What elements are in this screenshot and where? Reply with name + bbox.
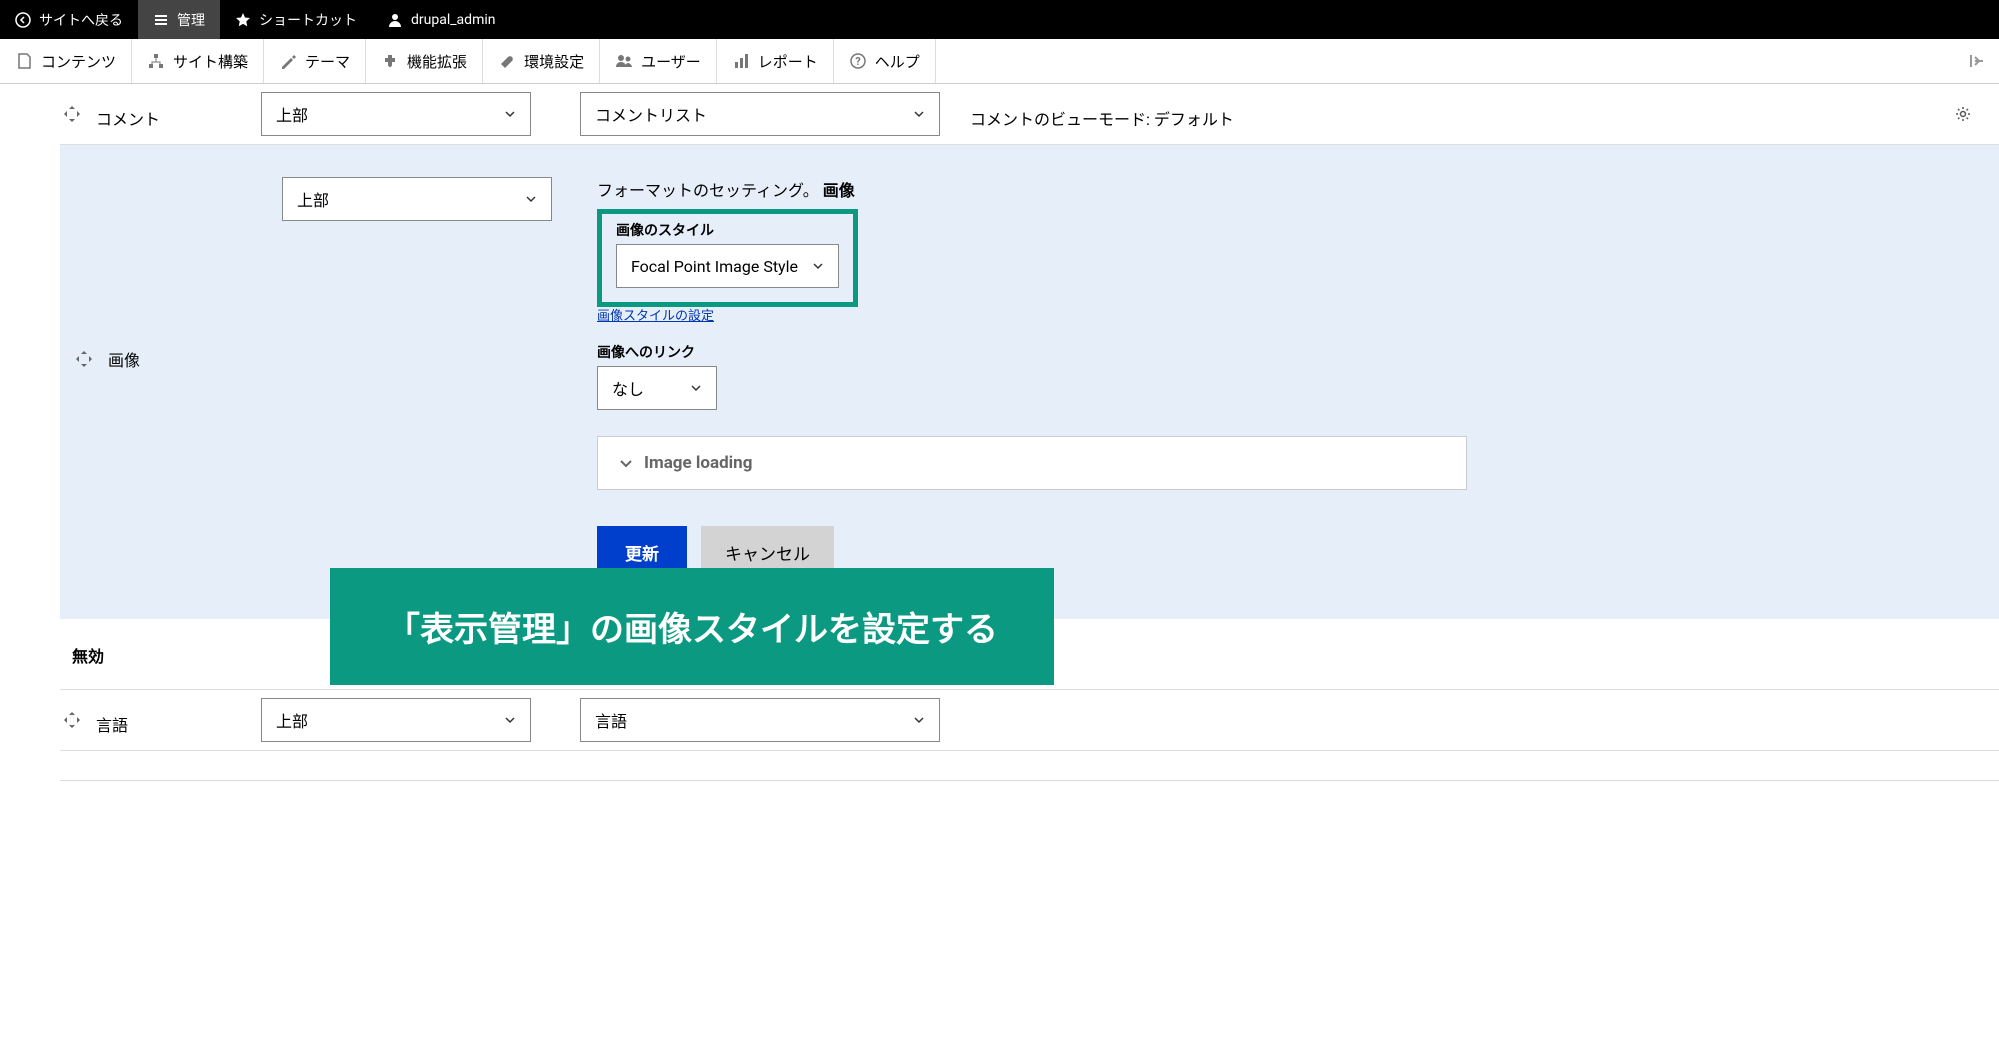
image-link-label: 画像へのリンク <box>597 342 1999 362</box>
format-select-value: 言語 <box>595 708 627 732</box>
user-menu[interactable]: drupal_admin <box>372 0 510 39</box>
shortcuts-label: ショートカット <box>259 10 357 30</box>
structure-icon <box>147 52 165 70</box>
user-label: drupal_admin <box>411 12 495 28</box>
heading-text: フォーマットのセッティング。 <box>597 181 819 200</box>
menu-extend-label: 機能拡張 <box>407 51 467 72</box>
drag-handle[interactable] <box>72 347 96 371</box>
manage-toggle[interactable]: 管理 <box>138 0 220 39</box>
region-select[interactable]: 上部 <box>261 698 531 742</box>
menu-help-label: ヘルプ <box>875 51 920 72</box>
menu-reports[interactable]: レポート <box>717 39 834 83</box>
extend-icon <box>381 52 399 70</box>
menu-content-label: コンテンツ <box>41 51 116 72</box>
back-to-site[interactable]: サイトへ戻る <box>0 0 138 39</box>
people-icon <box>615 52 633 70</box>
image-edit-panel: 画像 上部 フォーマットのセッティング。 画像 画像のスタイル Focal Po… <box>60 145 1999 619</box>
chevron-down-icon <box>618 455 634 471</box>
star-icon <box>235 12 251 28</box>
menu-structure-label: サイト構築 <box>173 51 248 72</box>
format-summary: コメントのビューモード: デフォルト <box>970 92 1951 130</box>
field-label: コメント <box>96 92 261 130</box>
menu-extend[interactable]: 機能拡張 <box>366 39 483 83</box>
field-label: 画像 <box>108 347 140 371</box>
menu-help[interactable]: ? ヘルプ <box>834 39 936 83</box>
field-row-language: 言語 上部 言語 <box>60 690 1999 751</box>
admin-menu: コンテンツ サイト構築 テーマ 機能拡張 環境設定 ユーザー レポート ? ヘル… <box>0 39 1999 84</box>
highlight-box: 画像のスタイル Focal Point Image Style <box>597 209 858 307</box>
format-select[interactable]: 言語 <box>580 698 940 742</box>
image-link-select[interactable]: なし <box>597 366 717 410</box>
image-style-settings-link[interactable]: 画像スタイルの設定 <box>597 309 714 324</box>
topbar: サイトへ戻る 管理 ショートカット drupal_admin <box>0 0 1999 39</box>
region-select[interactable]: 上部 <box>261 92 531 136</box>
region-select-value: 上部 <box>297 187 329 211</box>
collapse-toolbar[interactable] <box>1955 51 1999 71</box>
image-style-select[interactable]: Focal Point Image Style <box>616 244 839 288</box>
image-loading-details[interactable]: Image loading <box>597 436 1467 490</box>
collapse-icon <box>1967 51 1987 71</box>
manage-label: 管理 <box>177 10 205 30</box>
menu-appearance-label: テーマ <box>305 51 350 72</box>
annotation-banner: 「表示管理」の画像スタイルを設定する <box>330 568 1054 685</box>
back-to-site-label: サイトへ戻る <box>39 10 123 30</box>
format-settings-heading: フォーマットのセッティング。 画像 <box>597 177 1999 201</box>
menu-reports-label: レポート <box>758 51 818 72</box>
heading-bold: 画像 <box>823 181 855 200</box>
format-select-value: コメントリスト <box>595 102 707 126</box>
menu-content[interactable]: コンテンツ <box>0 39 132 83</box>
help-icon: ? <box>849 52 867 70</box>
hamburger-icon <box>153 12 169 28</box>
image-style-label: 画像のスタイル <box>616 220 839 240</box>
format-select[interactable]: コメントリスト <box>580 92 940 136</box>
image-link-value: なし <box>612 376 644 400</box>
menu-people-label: ユーザー <box>641 51 701 72</box>
settings-button[interactable] <box>1951 102 1975 126</box>
region-select-value: 上部 <box>276 102 308 126</box>
field-row-comment: コメント 上部 コメントリスト コメントのビューモード: デフォルト <box>60 84 1999 145</box>
menu-people[interactable]: ユーザー <box>600 39 717 83</box>
drag-handle[interactable] <box>60 708 84 732</box>
reports-icon <box>732 52 750 70</box>
menu-config-label: 環境設定 <box>524 51 584 72</box>
back-icon <box>15 12 31 28</box>
shortcuts-link[interactable]: ショートカット <box>220 0 372 39</box>
menu-appearance[interactable]: テーマ <box>264 39 366 83</box>
content-icon <box>15 52 33 70</box>
menu-structure[interactable]: サイト構築 <box>132 39 264 83</box>
image-loading-label: Image loading <box>644 453 752 473</box>
drag-handle[interactable] <box>60 102 84 126</box>
image-style-value: Focal Point Image Style <box>631 257 798 276</box>
menu-config[interactable]: 環境設定 <box>483 39 600 83</box>
field-label: 言語 <box>96 698 261 736</box>
config-icon <box>498 52 516 70</box>
region-select[interactable]: 上部 <box>282 177 552 221</box>
svg-text:?: ? <box>855 55 861 68</box>
user-icon <box>387 12 403 28</box>
region-select-value: 上部 <box>276 708 308 732</box>
appearance-icon <box>279 52 297 70</box>
